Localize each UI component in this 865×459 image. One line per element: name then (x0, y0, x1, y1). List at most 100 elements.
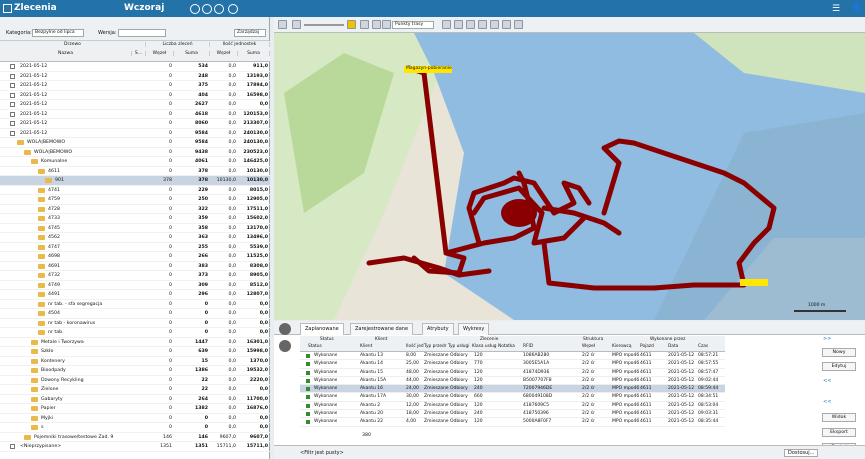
zoom-out-icon[interactable] (292, 20, 301, 29)
gh-s-klient[interactable]: Klient (360, 344, 372, 349)
view-button[interactable]: Widok (822, 413, 856, 422)
tree-row[interactable]: 2021-05-12 0 404 0,0 16598,0 (0, 91, 270, 100)
tree-row[interactable]: 2021-05-12 0 4618 0,0 120153,0 (0, 110, 270, 119)
prev-icon[interactable] (190, 4, 200, 14)
col-wezel[interactable]: Węzeł (146, 51, 174, 56)
gh-typ-uslugi[interactable]: Typ usługi (448, 344, 469, 349)
expand-right-icon[interactable]: >> (823, 336, 831, 344)
table-icon[interactable] (466, 20, 475, 29)
user-icon[interactable]: 👤 (851, 3, 862, 13)
tree-row[interactable]: 4691 0 383 0,0 8308,0 (0, 262, 270, 271)
col-s[interactable]: S... (132, 51, 146, 56)
tree-row[interactable]: 4728 0 322 0,0 17511,0 (0, 205, 270, 214)
new-button[interactable]: Nowy (822, 348, 856, 357)
tree-row[interactable]: 4698 0 266 0,0 11525,0 (0, 252, 270, 262)
tree-row[interactable]: Metale i Tworzywa 0 1447 0,0 16301,0 (0, 338, 270, 347)
zoom-slider[interactable] (304, 24, 344, 26)
layer-icon[interactable] (442, 20, 451, 29)
col-nazwa[interactable]: Nazwa (0, 51, 132, 56)
tree-row[interactable]: nr tab. 0 0 0,0 0,0 (0, 328, 270, 338)
tree-row[interactable]: Bioodpady 0 1386 0,0 19532,0 (0, 366, 270, 376)
col-suma[interactable]: Suma (174, 51, 210, 56)
tab-wykresy[interactable]: Wykresy (458, 323, 490, 335)
manage-button[interactable]: Zarządzaj (234, 29, 266, 37)
next-icon[interactable] (202, 4, 212, 14)
grid-row[interactable]: Wykonane Akantu 14 25,00 Zmieszane Odbiory 77… (300, 360, 725, 369)
tree-row[interactable]: Zielone 0 22 0,0 0,0 (0, 385, 270, 395)
tree-row[interactable]: 2021-05-12 0 248 0,0 13193,0 (0, 72, 270, 81)
edit-button[interactable]: Edytuj (822, 362, 856, 371)
hamburger-icon[interactable]: ☰ (832, 4, 840, 14)
tree-row[interactable]: nr tab - koronawirus 0 0 0,0 0,0 (0, 319, 270, 328)
refresh-icon[interactable] (214, 4, 224, 14)
gh-pojazd[interactable]: Pojazd (640, 344, 654, 349)
tree-row[interactable]: 4562 0 363 0,0 13496,0 (0, 233, 270, 243)
app-title[interactable]: Zlecenia (14, 3, 57, 13)
grid-row[interactable]: Wykonane Akantu 13 8,00 Zmieszane Odbiory 120… (300, 352, 725, 361)
grid-row[interactable]: Wykonane Akantu 15A 44,00 Zmieszane Odbiory 1… (300, 377, 725, 386)
gh-wezel[interactable]: Węzeł (582, 344, 595, 349)
tree-row[interactable]: WOLA|BEMOWO 0 9584 0,0 240130,0 (0, 138, 270, 148)
tree-row[interactable]: 2021-05-12 0 8060 0,0 213307,0 (0, 119, 270, 129)
tree-row[interactable]: 4759 0 250 0,0 12905,0 (0, 195, 270, 205)
tree-row[interactable]: Gabaryty 0 264 0,0 11700,0 (0, 395, 270, 404)
tree-row[interactable]: 901 378 378 10130,0 10130,0 (0, 176, 270, 186)
tree-row[interactable]: 4733 0 359 0,0 15602,0 (0, 214, 270, 224)
tree-row[interactable]: Pojemniki trasowe/testowe Zad. 9 146 146 96… (0, 433, 270, 442)
grid-row[interactable]: Wykonane Akantu 15 48,00 Zmieszane Odbiory 12… (300, 369, 725, 377)
tree-row[interactable]: 4732 0 373 0,0 8905,0 (0, 271, 270, 281)
collapse-left-icon-2[interactable]: << (823, 399, 831, 407)
grid-row[interactable]: Wykonane Akantu 2 12,00 Zmieszane Odbiory 120… (300, 402, 725, 411)
location-icon[interactable] (279, 340, 291, 352)
flag-icon[interactable] (478, 20, 487, 29)
tree-row[interactable]: Szkło 0 639 0,0 15998,0 (0, 347, 270, 357)
tab-zarejestrowane[interactable]: Zarejestrowane dane (350, 323, 414, 335)
gh-rfid[interactable]: RFID (523, 344, 533, 349)
customize-button[interactable]: Dostosuj... (784, 449, 819, 457)
gh-klasa[interactable]: Klasa usług (472, 344, 497, 349)
day-selector[interactable]: Wczoraj (124, 3, 164, 13)
tab-atrybuty[interactable]: Atrybuty (422, 323, 454, 335)
tree-row[interactable]: Dzwony Recykling 0 22 0,0 2220,0 (0, 376, 270, 385)
app-menu-icon[interactable] (3, 4, 12, 13)
select-icon[interactable] (382, 20, 391, 29)
export-icon[interactable] (514, 20, 523, 29)
print-icon[interactable] (490, 20, 499, 29)
gh-kierowca[interactable]: Kierowcą (612, 344, 631, 349)
tree-row[interactable]: Komunalne 0 4061 0,0 146425,0 (0, 157, 270, 167)
gh-notatka[interactable]: Notatka (498, 344, 515, 349)
kategoria-select[interactable]: Bezpylne od lipca (32, 29, 84, 37)
globe-icon[interactable] (278, 20, 287, 29)
tree-row[interactable]: 2021-05-12 0 375 0,0 17894,0 (0, 81, 270, 91)
tree-row[interactable]: 4504 0 0 0,0 0,0 (0, 309, 270, 319)
tree-row[interactable]: nr tab. - sfa segregacja 0 0 0,0 0,0 (0, 300, 270, 309)
ruler-icon[interactable] (372, 20, 381, 29)
grid-row[interactable]: Wykonane Akantu 22 4,00 Zmieszane Odbiory 120… (300, 418, 725, 427)
tree-row[interactable]: 4491 0 296 0,0 12807,0 (0, 290, 270, 300)
tree-row[interactable]: Kontenery 0 15 0,0 1370,0 (0, 357, 270, 366)
tab-zaplanowane[interactable]: Zaplanowane (300, 323, 344, 335)
tree-row[interactable]: <Nieprzypisane> 1351 1351 15711,0 15711,0 (0, 442, 270, 452)
tree-row[interactable]: WOLA|BEMOWO 0 9438 0,0 230523,0 (0, 148, 270, 157)
grid-row[interactable]: Wykonane Akantu 17A 30,00 Zmieszane Odbiory 6… (300, 393, 725, 402)
tree-row[interactable]: 4611 0 378 0,0 10130,0 (0, 167, 270, 176)
tree-row[interactable]: 4747 0 255 0,0 5539,0 (0, 243, 270, 252)
grid-icon[interactable] (454, 20, 463, 29)
wersja-select[interactable] (118, 29, 166, 37)
grid-row[interactable]: Wykonane Akantu 20 18,00 Zmieszane Odbiory 24… (300, 410, 725, 419)
gh-ilosc[interactable]: Ilość jed (406, 344, 424, 349)
gh-data[interactable]: Data (668, 344, 678, 349)
collapse-left-icon[interactable]: << (823, 378, 831, 386)
tree-row[interactable]: 2021-05-12 0 2627 0,0 0,0 (0, 100, 270, 110)
filter-status[interactable]: <Filtr jest pusty> (300, 450, 344, 456)
grid-row[interactable]: Wykonane Akantu 16 24,00 Zmieszane Odbiory 24… (300, 385, 725, 394)
tree-row[interactable]: 2021-05-12 0 534 0,0 911,0 (0, 62, 270, 72)
tree-row[interactable]: Papier 0 1382 0,0 16876,0 (0, 404, 270, 414)
map-pin-icon[interactable] (228, 4, 238, 14)
points-select[interactable]: Punkty trasy (392, 21, 434, 29)
tree-row[interactable]: Myjki 0 0 0,0 0,0 (0, 414, 270, 423)
hand-icon[interactable] (360, 20, 369, 29)
map-view[interactable]: Magazyn-pobieranie 1000 m (274, 33, 865, 320)
tree-row[interactable]: 4749 0 309 0,0 8512,0 (0, 281, 270, 290)
database-icon[interactable] (279, 323, 291, 335)
